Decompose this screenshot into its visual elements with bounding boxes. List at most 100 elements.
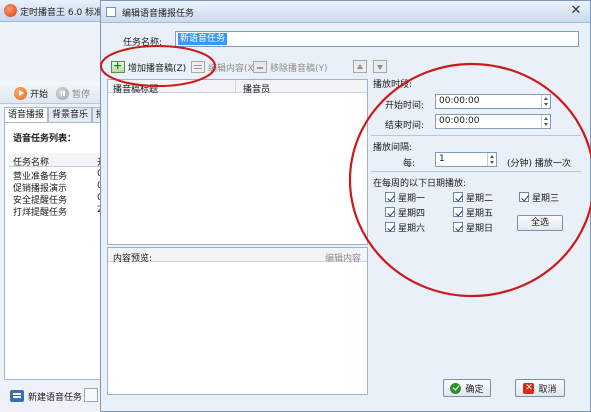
new-task-label: 新建语音任务 xyxy=(28,392,83,403)
column-task-name[interactable]: 任务名称 xyxy=(13,155,49,168)
column-announcer[interactable]: 播音员 xyxy=(243,82,270,95)
interval-spinner-icon[interactable] xyxy=(487,153,496,166)
checkbox-monday[interactable]: 星期一 xyxy=(385,191,426,204)
add-script-label: 增加播音稿(Z) xyxy=(128,63,187,74)
checkmark-icon xyxy=(450,382,462,394)
play-period-title: 播放时段: xyxy=(373,80,413,90)
dialog-title-bar: 编辑语音播报任务 ✕ xyxy=(101,1,590,23)
add-script-button[interactable]: 增加播音稿(Z) xyxy=(111,59,186,75)
interval-value: 1 xyxy=(439,154,445,164)
window-icon xyxy=(106,7,116,17)
checkbox-icon xyxy=(453,207,463,217)
task-list-header: 任务名称 开 xyxy=(9,153,106,168)
voice-task-panel: 语音任务列表： 任务名称 开 营业准备任务 07 促销播报演示 09 安全提醒任… xyxy=(4,122,107,380)
start-time-value: 00:00:00 xyxy=(439,96,480,106)
task-name: 打烊提醒任务 xyxy=(13,208,68,218)
pause-icon xyxy=(56,86,69,100)
cancel-button[interactable]: ✕ 取消 xyxy=(515,379,565,397)
checkbox-wednesday[interactable]: 星期三 xyxy=(519,191,560,204)
weekday-title: 在每周的以下日期播放: xyxy=(373,179,467,189)
day-label: 星期四 xyxy=(398,208,426,219)
task-name-input[interactable] xyxy=(175,31,579,47)
script-list-header: 播音稿标题 播音员 xyxy=(108,80,367,95)
close-icon[interactable]: ✕ xyxy=(568,3,584,19)
background-toolbar: 开始 暂停 xyxy=(0,82,104,104)
preview-edit-content-link[interactable]: 编辑内容 xyxy=(325,251,361,264)
pause-button[interactable]: 暂停 xyxy=(56,85,90,101)
separator xyxy=(371,135,581,136)
app-logo-icon xyxy=(4,4,17,17)
new-voice-task-button[interactable]: 新建语音任务 xyxy=(10,388,82,404)
edit-voice-task-dialog: 编辑语音播报任务 ✕ 任务名称: 新语音任务 增加播音稿(Z) 编辑内容(X) … xyxy=(100,0,591,412)
remove-script-icon xyxy=(253,61,267,73)
day-label: 星期五 xyxy=(466,208,494,219)
dialog-title: 编辑语音播报任务 xyxy=(122,9,195,19)
add-script-icon xyxy=(111,59,125,73)
interval-unit-label: (分钟) 播放一次 xyxy=(507,159,571,169)
checkbox-tuesday[interactable]: 星期二 xyxy=(453,191,494,204)
ok-label: 确定 xyxy=(465,384,484,395)
schedule-panel: 播放时段: 开始时间: 00:00:00 结束时间: 00:00:00 播放间隔… xyxy=(369,71,587,371)
content-preview-panel: 内容预览: 编辑内容 xyxy=(107,247,368,395)
column-divider xyxy=(235,80,236,93)
task-name-value[interactable]: 新语音任务 xyxy=(178,33,228,45)
play-interval-title: 播放间隔: xyxy=(373,143,413,153)
task-row[interactable]: 营业准备任务 07 xyxy=(13,169,107,182)
background-app-title: 定时播音王 6.0 标准版 xyxy=(20,8,113,18)
day-label: 星期日 xyxy=(466,223,494,234)
select-all-button[interactable]: 全选 xyxy=(517,215,563,231)
preview-header: 内容预览: 编辑内容 xyxy=(108,248,367,264)
day-label: 星期三 xyxy=(532,193,560,204)
day-label: 星期一 xyxy=(398,193,426,204)
every-label: 每: xyxy=(403,159,416,169)
task-list-title: 语音任务列表： xyxy=(13,134,77,144)
checkbox-thursday[interactable]: 星期四 xyxy=(385,206,426,219)
checkbox-icon xyxy=(385,207,395,217)
preview-label: 内容预览: xyxy=(113,254,153,264)
task-name-label: 任务名称: xyxy=(123,38,163,48)
checkbox-icon xyxy=(453,192,463,202)
background-tabs: 语音播报 背景音乐 播音 xyxy=(4,107,119,122)
edit-task-button[interactable] xyxy=(84,388,98,402)
start-button[interactable]: 开始 xyxy=(14,85,48,101)
interval-input[interactable]: 1 xyxy=(435,152,497,167)
remove-script-label: 移除播音稿(Y) xyxy=(270,63,328,74)
task-row[interactable]: 安全提醒任务 09 xyxy=(13,193,107,206)
edit-content-icon xyxy=(191,61,205,73)
play-icon xyxy=(14,86,27,100)
start-time-spinner-icon[interactable] xyxy=(541,95,550,108)
day-label: 星期二 xyxy=(466,193,494,204)
separator xyxy=(371,171,581,172)
tab-background-music[interactable]: 背景音乐 xyxy=(48,107,93,122)
ok-button[interactable]: 确定 xyxy=(443,379,491,397)
task-row[interactable]: 打烊提醒任务 21 xyxy=(13,205,107,218)
end-time-input[interactable]: 00:00:00 xyxy=(435,114,551,129)
remove-script-button[interactable]: 移除播音稿(Y) xyxy=(253,59,328,75)
pause-label: 暂停 xyxy=(72,89,91,100)
edit-content-label: 编辑内容(X) xyxy=(208,63,258,74)
dialog-toolbar: 增加播音稿(Z) 编辑内容(X) 移除播音稿(Y) xyxy=(105,57,387,77)
background-toolbar-area xyxy=(0,22,104,82)
end-time-spinner-icon[interactable] xyxy=(541,115,550,128)
cancel-label: 取消 xyxy=(538,384,557,395)
script-list[interactable]: 播音稿标题 播音员 xyxy=(107,79,368,245)
checkbox-sunday[interactable]: 星期日 xyxy=(453,221,494,234)
cancel-icon: ✕ xyxy=(523,382,535,394)
move-up-icon[interactable] xyxy=(353,60,367,73)
checkbox-icon xyxy=(453,222,463,232)
end-time-label: 结束时间: xyxy=(385,121,425,131)
new-task-icon xyxy=(10,390,24,402)
checkbox-saturday[interactable]: 星期六 xyxy=(385,221,426,234)
task-row[interactable]: 促销播报演示 09 xyxy=(13,181,107,194)
start-time-input[interactable]: 00:00:00 xyxy=(435,94,551,109)
checkbox-icon xyxy=(519,192,529,202)
checkbox-icon xyxy=(385,192,395,202)
edit-content-button[interactable]: 编辑内容(X) xyxy=(191,59,257,75)
start-label: 开始 xyxy=(30,89,49,100)
background-bottom-bar: 新建语音任务 xyxy=(0,380,104,412)
checkbox-friday[interactable]: 星期五 xyxy=(453,206,494,219)
column-script-title[interactable]: 播音稿标题 xyxy=(113,82,158,95)
tab-voice-broadcast[interactable]: 语音播报 xyxy=(4,107,49,122)
day-label: 星期六 xyxy=(398,223,426,234)
start-time-label: 开始时间: xyxy=(385,101,425,111)
